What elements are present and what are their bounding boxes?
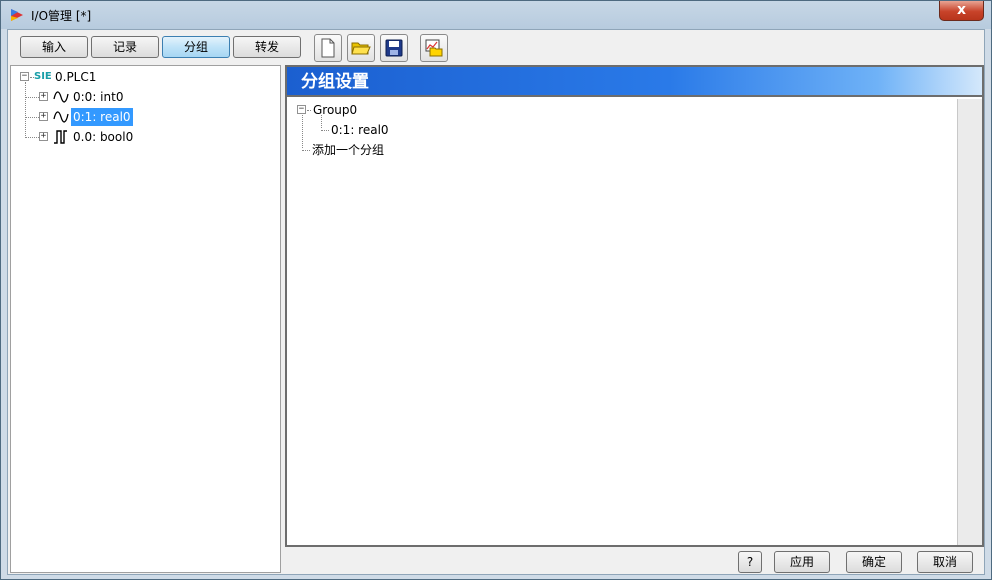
tree-connector	[25, 137, 39, 138]
new-file-button[interactable]	[314, 34, 342, 62]
save-button[interactable]	[380, 34, 408, 62]
import-chart-icon	[425, 39, 443, 57]
tree-connector	[321, 130, 329, 131]
tab-input[interactable]: 输入	[20, 36, 88, 58]
save-disk-icon	[385, 39, 403, 57]
dialog-button-bar: ? 应用 确定 取消	[8, 547, 984, 575]
tree-item-label[interactable]: 0.0: bool0	[71, 128, 135, 146]
tab-record[interactable]: 记录	[91, 36, 159, 58]
tree-item-label-selected[interactable]: 0:1: real0	[71, 108, 133, 126]
group-settings-panel: 分组设置 − Group0 0:1: real0 添加一个分组	[285, 65, 984, 547]
tree-connector	[302, 150, 310, 151]
plc-brand-icon: SIE	[34, 71, 52, 82]
title-bar[interactable]: I/O管理 [*] x	[1, 1, 991, 29]
expand-toggle[interactable]: +	[39, 112, 48, 121]
group-child-item[interactable]: 0:1: real0	[287, 121, 687, 139]
device-tree[interactable]: − SIE 0.PLC1 + 0:0: int0 + 0:1: real0 + …	[10, 65, 281, 573]
close-button[interactable]: x	[939, 1, 984, 21]
expand-toggle[interactable]: +	[39, 132, 48, 141]
window-title: I/O管理 [*]	[31, 9, 92, 23]
import-button[interactable]	[420, 34, 448, 62]
analog-wave-icon	[53, 91, 69, 103]
help-button[interactable]: ?	[738, 551, 762, 573]
collapse-toggle[interactable]: −	[20, 72, 29, 81]
cancel-button[interactable]: 取消	[917, 551, 973, 573]
expand-toggle[interactable]: +	[39, 92, 48, 101]
vertical-scrollbar[interactable]	[957, 99, 982, 545]
tree-root[interactable]: − SIE 0.PLC1	[11, 68, 271, 86]
new-file-icon	[321, 38, 335, 58]
digital-pulse-icon	[54, 130, 67, 144]
apply-button[interactable]: 应用	[774, 551, 830, 573]
group-child-label[interactable]: 0:1: real0	[329, 121, 391, 139]
collapse-toggle[interactable]: −	[297, 105, 306, 114]
panel-header: 分组设置	[287, 67, 982, 97]
group-node[interactable]: − Group0	[287, 101, 687, 119]
tree-connector	[25, 97, 39, 98]
tree-item-int0[interactable]: + 0:0: int0	[11, 88, 271, 106]
app-icon	[11, 9, 23, 21]
close-icon: x	[956, 2, 967, 18]
tree-connector	[25, 117, 39, 118]
client-area: 输入 记录 分组 转发 − SIE 0.PLC1 + 0:0: int0 + 0…	[7, 29, 985, 575]
io-manager-window: I/O管理 [*] x 输入 记录 分组 转发 − SIE 0.PLC1 + 0…	[0, 0, 992, 580]
ok-button[interactable]: 确定	[846, 551, 902, 573]
add-group-label[interactable]: 添加一个分组	[310, 141, 386, 159]
tree-item-bool0[interactable]: + 0.0: bool0	[11, 128, 271, 146]
plc-node-label[interactable]: 0.PLC1	[53, 68, 98, 86]
add-group-item[interactable]: 添加一个分组	[287, 141, 687, 159]
tab-forward[interactable]: 转发	[233, 36, 301, 58]
open-folder-button[interactable]	[347, 34, 375, 62]
open-folder-icon	[351, 42, 371, 55]
tree-item-label[interactable]: 0:0: int0	[71, 88, 125, 106]
tree-item-real0[interactable]: + 0:1: real0	[11, 108, 271, 126]
analog-wave-icon	[53, 111, 69, 123]
tab-group[interactable]: 分组	[162, 36, 230, 58]
toolbar: 输入 记录 分组 转发	[8, 30, 984, 64]
group-label[interactable]: Group0	[311, 101, 359, 119]
watermark: 大牧晗境	[15, 554, 95, 575]
